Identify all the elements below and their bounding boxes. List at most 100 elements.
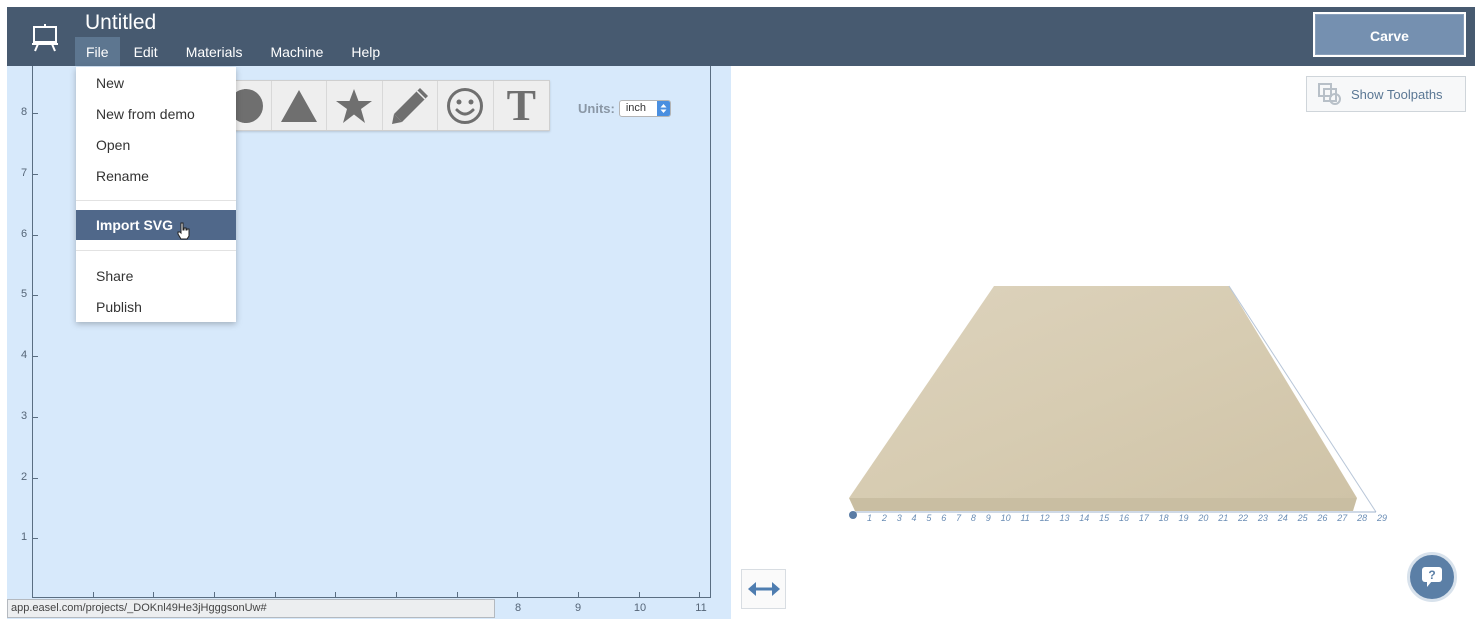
ruler-number: 2 [881, 513, 887, 523]
ruler-number: 9 [985, 513, 991, 523]
ruler-number: 27 [1337, 513, 1348, 523]
smiley-tool-button[interactable] [438, 81, 494, 130]
menu-item-publish[interactable]: Publish [76, 292, 236, 322]
y-axis-tick [32, 113, 38, 114]
double-arrow-icon [747, 582, 780, 596]
ruler-number: 25 [1297, 513, 1308, 523]
show-toolpaths-label: Show Toolpaths [1351, 86, 1443, 102]
ruler-number: 8 [970, 513, 976, 523]
file-dropdown-menu: New New from demo Open Rename Import SVG… [76, 67, 236, 322]
units-control: Units: inch [578, 100, 671, 117]
x-axis-tick [214, 592, 215, 598]
y-axis-tick [32, 235, 38, 236]
text-icon: T [506, 80, 536, 130]
y-axis-label: 7 [21, 167, 28, 179]
ruler-number: 1 [867, 513, 873, 523]
app-header: Untitled File Edit Materials Machine Hel… [7, 7, 1475, 67]
x-axis-tick [578, 592, 579, 598]
y-axis-label: 6 [21, 228, 28, 240]
y-axis-label: 3 [21, 410, 28, 422]
menu-file[interactable]: File [75, 37, 120, 67]
x-axis-tick [517, 592, 518, 598]
easel-icon[interactable] [32, 24, 58, 52]
circle-icon [236, 88, 263, 123]
ruler-number: 24 [1277, 513, 1288, 523]
menu-item-import-svg[interactable]: Import SVG [76, 210, 236, 240]
menu-item-new-from-demo[interactable]: New from demo [76, 99, 236, 129]
x-axis-label: 8 [514, 602, 522, 614]
menu-divider [76, 200, 236, 201]
menu-item-rename[interactable]: Rename [76, 161, 236, 191]
ruler-number: 5 [926, 513, 932, 523]
x-axis-label: 11 [695, 602, 707, 614]
ruler-number: 26 [1317, 513, 1328, 523]
menu-machine[interactable]: Machine [256, 37, 337, 67]
menu-help[interactable]: Help [337, 37, 394, 67]
x-axis-label: 9 [574, 602, 582, 614]
ruler-number: 18 [1158, 513, 1169, 523]
units-select[interactable]: inch [618, 100, 671, 117]
y-axis-tick [32, 174, 38, 175]
y-axis-label: 5 [21, 288, 28, 300]
text-tool-button[interactable]: T [494, 81, 549, 130]
project-title[interactable]: Untitled [85, 11, 156, 35]
menu-bar: File Edit Materials Machine Help [75, 37, 394, 67]
x-axis-tick [275, 592, 276, 598]
pencil-icon [391, 87, 428, 124]
ruler-number: 17 [1138, 513, 1149, 523]
menu-edit[interactable]: Edit [120, 37, 172, 67]
y-axis-label: 8 [21, 106, 28, 118]
ruler-number: 13 [1059, 513, 1070, 523]
star-icon [336, 88, 373, 123]
x-axis-tick [396, 592, 397, 598]
x-axis-tick [335, 592, 336, 598]
y-axis-label: 1 [21, 531, 28, 543]
circle-tool-button[interactable] [236, 81, 272, 130]
menu-item-share[interactable]: Share [76, 261, 236, 291]
svg-text:?: ? [1428, 568, 1435, 582]
show-toolpaths-button[interactable]: Show Toolpaths [1306, 76, 1466, 112]
toolpaths-icon [1318, 83, 1341, 105]
preview-panel[interactable]: Show Toolpaths 1 2 3 4 5 6 7 8 9 10 11 1… [731, 66, 1475, 619]
ruler-number: 12 [1039, 513, 1050, 523]
material-board-3d [849, 285, 1377, 519]
ruler-number: 16 [1118, 513, 1129, 523]
units-label: Units: [578, 101, 615, 116]
ruler-number: 29 [1376, 513, 1387, 523]
ruler-number: 15 [1099, 513, 1110, 523]
x-axis-tick [699, 592, 700, 598]
smiley-icon [447, 87, 484, 124]
select-arrows-icon [656, 101, 670, 116]
triangle-tool-button[interactable] [272, 81, 328, 130]
menu-item-label: Import SVG [96, 217, 174, 233]
units-value: inch [625, 102, 647, 114]
x-axis-tick [457, 592, 458, 598]
menu-materials[interactable]: Materials [172, 37, 257, 67]
x-axis-tick [153, 592, 154, 598]
menu-divider [76, 250, 236, 251]
help-chat-button[interactable]: ? [1407, 552, 1457, 602]
triangle-icon [280, 89, 317, 122]
pencil-tool-button[interactable] [383, 81, 439, 130]
ruler-number: 14 [1079, 513, 1090, 523]
ruler-number: 20 [1198, 513, 1209, 523]
y-axis-tick [32, 538, 38, 539]
shape-toolbar: T [235, 80, 550, 131]
ruler-number: 11 [1020, 513, 1030, 523]
x-axis-tick [639, 592, 640, 598]
ruler-number: 7 [956, 513, 962, 523]
star-tool-button[interactable] [327, 81, 383, 130]
ruler-numbers: 1 2 3 4 5 6 7 8 9 10 11 12 13 14 15 16 1… [867, 513, 1387, 523]
carve-button[interactable]: Carve [1313, 12, 1466, 57]
resize-panels-button[interactable] [741, 569, 786, 609]
ruler-number: 10 [1000, 513, 1011, 523]
help-chat-icon: ? [1422, 567, 1442, 587]
hand-cursor-icon [177, 222, 190, 240]
y-axis-tick [32, 356, 38, 357]
menu-item-new[interactable]: New [76, 68, 236, 98]
y-axis-tick [32, 295, 38, 296]
ruler-number: 21 [1218, 513, 1229, 523]
y-axis-tick [32, 478, 38, 479]
ruler-number: 3 [896, 513, 902, 523]
menu-item-open[interactable]: Open [76, 130, 236, 160]
